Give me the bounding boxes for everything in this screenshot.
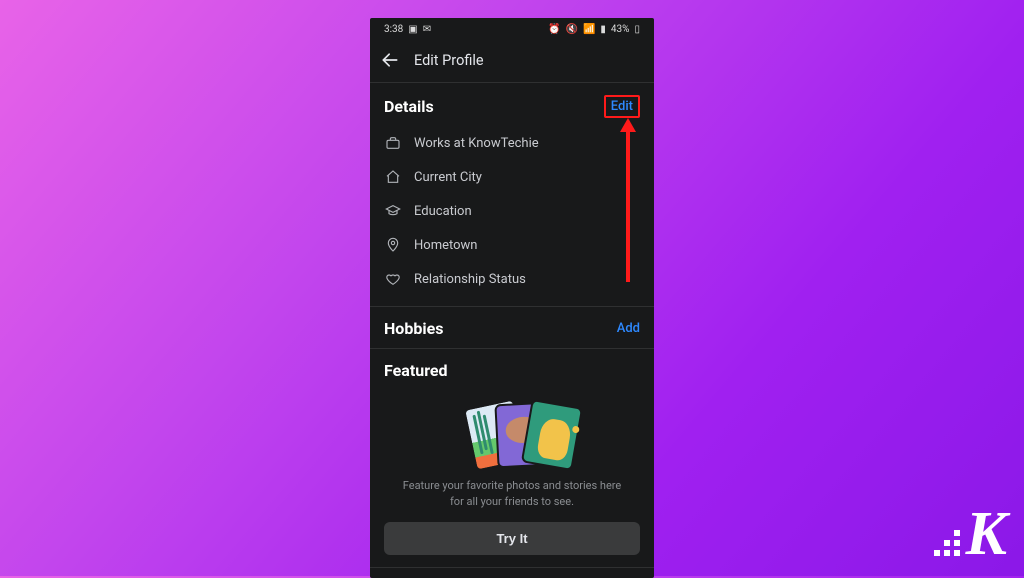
back-arrow-icon[interactable] xyxy=(380,50,400,70)
detail-row-hometown[interactable]: Hometown xyxy=(384,228,640,262)
details-title: Details xyxy=(384,97,434,116)
add-hobbies-button[interactable]: Add xyxy=(617,321,640,336)
page-title: Edit Profile xyxy=(414,52,484,69)
hobbies-section: Hobbies Add xyxy=(370,307,654,349)
detail-hometown-label: Hometown xyxy=(414,238,477,253)
battery-percent: 43% xyxy=(611,24,630,35)
detail-row-work[interactable]: Works at KnowTechie xyxy=(384,126,640,160)
status-mail-icon: ✉ xyxy=(423,24,431,35)
hearts-icon xyxy=(384,270,402,288)
detail-row-city[interactable]: Current City xyxy=(384,160,640,194)
hobbies-title: Hobbies xyxy=(384,319,443,338)
graduation-cap-icon xyxy=(384,202,402,220)
detail-work-label: Works at KnowTechie xyxy=(414,136,539,151)
status-notification-icon: ▣ xyxy=(408,24,417,35)
featured-card-cat-icon xyxy=(521,399,583,471)
battery-icon: ▯ xyxy=(634,24,640,35)
featured-caption: Feature your favorite photos and stories… xyxy=(384,478,640,510)
alarm-icon: ⏰ xyxy=(548,24,560,35)
detail-relationship-label: Relationship Status xyxy=(414,272,526,287)
phone-frame: 3:38 ▣ ✉ ⏰ 🔇 📶 ▮ 43% ▯ Edit Profile Deta… xyxy=(370,18,654,578)
detail-city-label: Current City xyxy=(414,170,482,185)
detail-row-education[interactable]: Education xyxy=(384,194,640,228)
status-bar: 3:38 ▣ ✉ ⏰ 🔇 📶 ▮ 43% ▯ xyxy=(370,18,654,40)
featured-cards-illustration xyxy=(384,388,640,478)
details-section: Details Edit Works at KnowTechie Current… xyxy=(370,83,654,307)
status-time: 3:38 xyxy=(384,24,403,35)
detail-education-label: Education xyxy=(414,204,472,219)
mute-icon: 🔇 xyxy=(565,24,577,35)
try-it-button[interactable]: Try It xyxy=(384,522,640,555)
briefcase-icon xyxy=(384,134,402,152)
watermark-letter: K xyxy=(966,499,1004,570)
wifi-icon: 📶 xyxy=(583,24,595,35)
home-icon xyxy=(384,168,402,186)
featured-caption-line2: for all your friends to see. xyxy=(450,495,574,508)
featured-section: Featured Feature your favorite photos an… xyxy=(370,349,654,568)
location-pin-icon xyxy=(384,236,402,254)
edit-details-button[interactable]: Edit xyxy=(604,95,640,118)
featured-caption-line1: Feature your favorite photos and stories… xyxy=(403,479,621,492)
featured-title: Featured xyxy=(384,361,448,380)
signal-icon: ▮ xyxy=(600,24,606,35)
topbar: Edit Profile xyxy=(370,40,654,83)
watermark-logo: K xyxy=(934,499,1004,570)
detail-row-relationship[interactable]: Relationship Status xyxy=(384,262,640,296)
